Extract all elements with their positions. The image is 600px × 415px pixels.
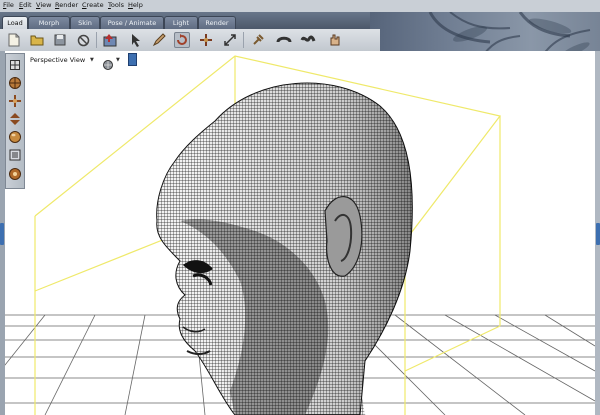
chevron-down-icon[interactable]: ▼ bbox=[90, 53, 94, 67]
tab-render[interactable]: Render bbox=[198, 16, 236, 29]
menu-view[interactable]: View bbox=[36, 1, 51, 10]
move-z-icon[interactable] bbox=[8, 112, 22, 126]
new-document-icon[interactable] bbox=[6, 32, 22, 48]
toolbar bbox=[0, 29, 380, 52]
rotate-icon[interactable] bbox=[174, 32, 190, 48]
trackball-icon[interactable] bbox=[8, 76, 22, 90]
right-panel-strip bbox=[595, 51, 600, 415]
document-viewport[interactable]: Perspective View ▼ ▼ bbox=[5, 51, 595, 415]
camera-controls bbox=[5, 53, 25, 189]
paint-brush-icon[interactable] bbox=[151, 32, 167, 48]
save-icon[interactable] bbox=[52, 32, 68, 48]
menu-help[interactable]: Help bbox=[128, 1, 143, 10]
tab-load[interactable]: Load bbox=[2, 16, 28, 29]
viewport-header: Perspective View ▼ ▼ bbox=[10, 53, 140, 70]
pin-icon[interactable] bbox=[250, 32, 266, 48]
tab-skin[interactable]: Skin bbox=[70, 16, 100, 29]
menu-create[interactable]: Create bbox=[82, 1, 104, 10]
select-arrow-icon[interactable] bbox=[128, 32, 144, 48]
right-panel-handle[interactable] bbox=[596, 223, 600, 245]
move-icon[interactable] bbox=[198, 32, 214, 48]
toolbar-separator bbox=[96, 32, 97, 48]
move-xy-icon[interactable] bbox=[8, 94, 22, 108]
tab-morph[interactable]: Morph bbox=[28, 16, 70, 29]
open-folder-icon[interactable] bbox=[29, 32, 45, 48]
scale-icon[interactable] bbox=[222, 32, 238, 48]
preview-toggle-icon[interactable] bbox=[128, 53, 137, 66]
3d-scene[interactable] bbox=[5, 51, 595, 415]
menu-render[interactable]: Render bbox=[55, 1, 78, 10]
light-icon[interactable] bbox=[8, 167, 22, 181]
toolbar-separator bbox=[243, 32, 244, 48]
no-entry-icon[interactable] bbox=[75, 32, 91, 48]
menu-tools[interactable]: Tools bbox=[108, 1, 124, 10]
import-icon[interactable] bbox=[102, 32, 118, 48]
zoom-sphere-icon[interactable] bbox=[8, 130, 22, 144]
hand-icon[interactable] bbox=[326, 32, 342, 48]
viewport-camera-label[interactable]: Perspective View bbox=[30, 53, 85, 67]
head-model bbox=[156, 82, 413, 415]
tab-pose-animate[interactable]: Pose / Animate bbox=[100, 16, 164, 29]
chevron-down-icon[interactable]: ▼ bbox=[116, 53, 120, 67]
left-panel-handle[interactable] bbox=[0, 223, 4, 245]
menu-edit[interactable]: Edit bbox=[19, 1, 32, 10]
sphere-options-icon[interactable] bbox=[103, 55, 113, 74]
magnet-icon[interactable] bbox=[276, 32, 292, 48]
join-icon[interactable] bbox=[300, 32, 316, 48]
frame-icon[interactable] bbox=[8, 148, 22, 162]
menu-file[interactable]: File bbox=[3, 1, 14, 10]
tab-light[interactable]: Light bbox=[164, 16, 198, 29]
